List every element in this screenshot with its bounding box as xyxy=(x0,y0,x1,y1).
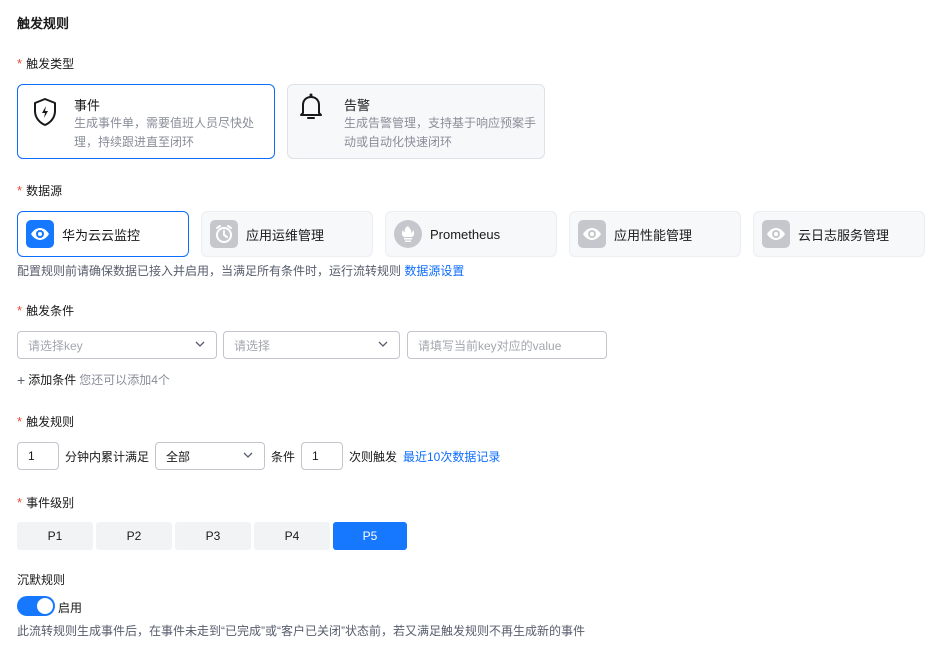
level-option-p1[interactable]: P1 xyxy=(17,522,93,550)
minutes-input[interactable]: 1 xyxy=(17,442,59,470)
event-level-label: * 事件级别 xyxy=(17,494,74,511)
condition-key-select[interactable]: 请选择key xyxy=(17,331,217,359)
required-asterisk: * xyxy=(17,414,23,429)
data-source-settings-link[interactable]: 数据源设置 xyxy=(404,264,464,278)
conditions-label-text: 触发条件 xyxy=(26,304,75,318)
add-condition-hint: 您还可以添加4个 xyxy=(79,373,170,387)
data-source-lts[interactable]: 云日志服务管理 xyxy=(753,211,925,257)
trigger-rule-label-text: 触发规则 xyxy=(26,415,75,429)
silence-toggle[interactable] xyxy=(17,596,55,616)
required-asterisk: * xyxy=(17,56,23,71)
trigger-type-alarm-title: 告警 xyxy=(344,98,371,113)
condition-value-placeholder: 请填写当前key对应的value xyxy=(418,338,562,353)
level-option-p3[interactable]: P3 xyxy=(175,522,251,550)
alarm-clock-icon xyxy=(210,220,238,248)
level-option-p5[interactable]: P5 xyxy=(333,522,407,550)
shield-lightning-icon xyxy=(32,97,58,130)
data-source-label: 应用运维管理 xyxy=(246,227,325,243)
data-source-label: 云日志服务管理 xyxy=(798,227,890,243)
data-source-label: Prometheus xyxy=(430,226,501,242)
data-source-label: 华为云云监控 xyxy=(62,227,141,243)
add-condition-button[interactable]: + 添加条件 您还可以添加4个 xyxy=(17,371,170,388)
prometheus-icon xyxy=(394,220,422,248)
times-input[interactable]: 1 xyxy=(301,442,343,470)
silence-toggle-label: 启用 xyxy=(58,601,83,615)
chevron-down-icon xyxy=(194,338,206,353)
silence-hint: 此流转规则生成事件后，在事件未走到“已完成”或“客户已关闭”状态前，若又满足触发… xyxy=(17,624,585,638)
bell-icon xyxy=(296,91,326,126)
level-option-p4[interactable]: P4 xyxy=(254,522,330,550)
data-source-label: 应用性能管理 xyxy=(614,227,693,243)
chevron-down-icon xyxy=(377,338,389,353)
recent-records-link[interactable]: 最近10次数据记录 xyxy=(403,448,500,465)
required-asterisk: * xyxy=(17,303,23,318)
trigger-type-event-title: 事件 xyxy=(74,98,101,113)
trigger-type-event-card[interactable]: 事件 生成事件单，需要值班人员尽快处 理，持续跟进直至闭环 xyxy=(17,84,275,159)
toggle-knob xyxy=(37,598,53,614)
event-level-label-text: 事件级别 xyxy=(26,496,75,510)
condition-operator-select[interactable]: 请选择 xyxy=(223,331,400,359)
trigger-type-label-text: 触发类型 xyxy=(26,57,75,71)
data-source-prometheus[interactable]: Prometheus xyxy=(385,211,557,257)
minutes-text: 分钟内累计满足 xyxy=(65,450,150,464)
data-source-label-text: 数据源 xyxy=(26,184,63,198)
times-text: 次则触发 xyxy=(349,450,398,464)
plus-icon: + xyxy=(17,371,26,388)
condition-value-input[interactable]: 请填写当前key对应的value xyxy=(407,331,607,359)
scope-select[interactable]: 全部 xyxy=(155,442,265,470)
trigger-type-event-desc: 生成事件单，需要值班人员尽快处 理，持续跟进直至闭环 xyxy=(74,116,255,149)
trigger-type-alarm-card[interactable]: 告警 生成告警管理，支持基于响应预案手 动或自动化快速闭环 xyxy=(287,84,545,159)
data-source-apm[interactable]: 应用性能管理 xyxy=(569,211,741,257)
trigger-type-alarm-desc: 生成告警管理，支持基于响应预案手 动或自动化快速闭环 xyxy=(344,116,537,149)
page-title: 触发规则 xyxy=(17,16,70,31)
data-source-hint: 配置规则前请确保数据已接入并启用，当满足所有条件时，运行流转规则 数据源设置 xyxy=(17,264,465,278)
eye-icon xyxy=(26,220,54,248)
condition-operator-placeholder: 请选择 xyxy=(234,338,271,353)
silence-rule-label: 沉默规则 xyxy=(17,573,66,587)
required-asterisk: * xyxy=(17,495,23,510)
data-source-ces[interactable]: 华为云云监控 xyxy=(17,211,189,257)
trigger-type-label: * 触发类型 xyxy=(17,55,74,72)
conditions-label: * 触发条件 xyxy=(17,302,74,319)
level-option-p2[interactable]: P2 xyxy=(96,522,172,550)
add-condition-label: 添加条件 xyxy=(28,373,77,387)
condition-text: 条件 xyxy=(271,450,296,464)
chevron-down-icon xyxy=(242,449,254,464)
condition-key-placeholder: 请选择key xyxy=(28,338,83,353)
trigger-rule-label: * 触发规则 xyxy=(17,413,74,430)
eye-icon xyxy=(762,220,790,248)
eye-icon xyxy=(578,220,606,248)
data-source-aom[interactable]: 应用运维管理 xyxy=(201,211,373,257)
scope-value: 全部 xyxy=(166,449,191,464)
data-source-label: * 数据源 xyxy=(17,182,62,199)
required-asterisk: * xyxy=(17,183,23,198)
